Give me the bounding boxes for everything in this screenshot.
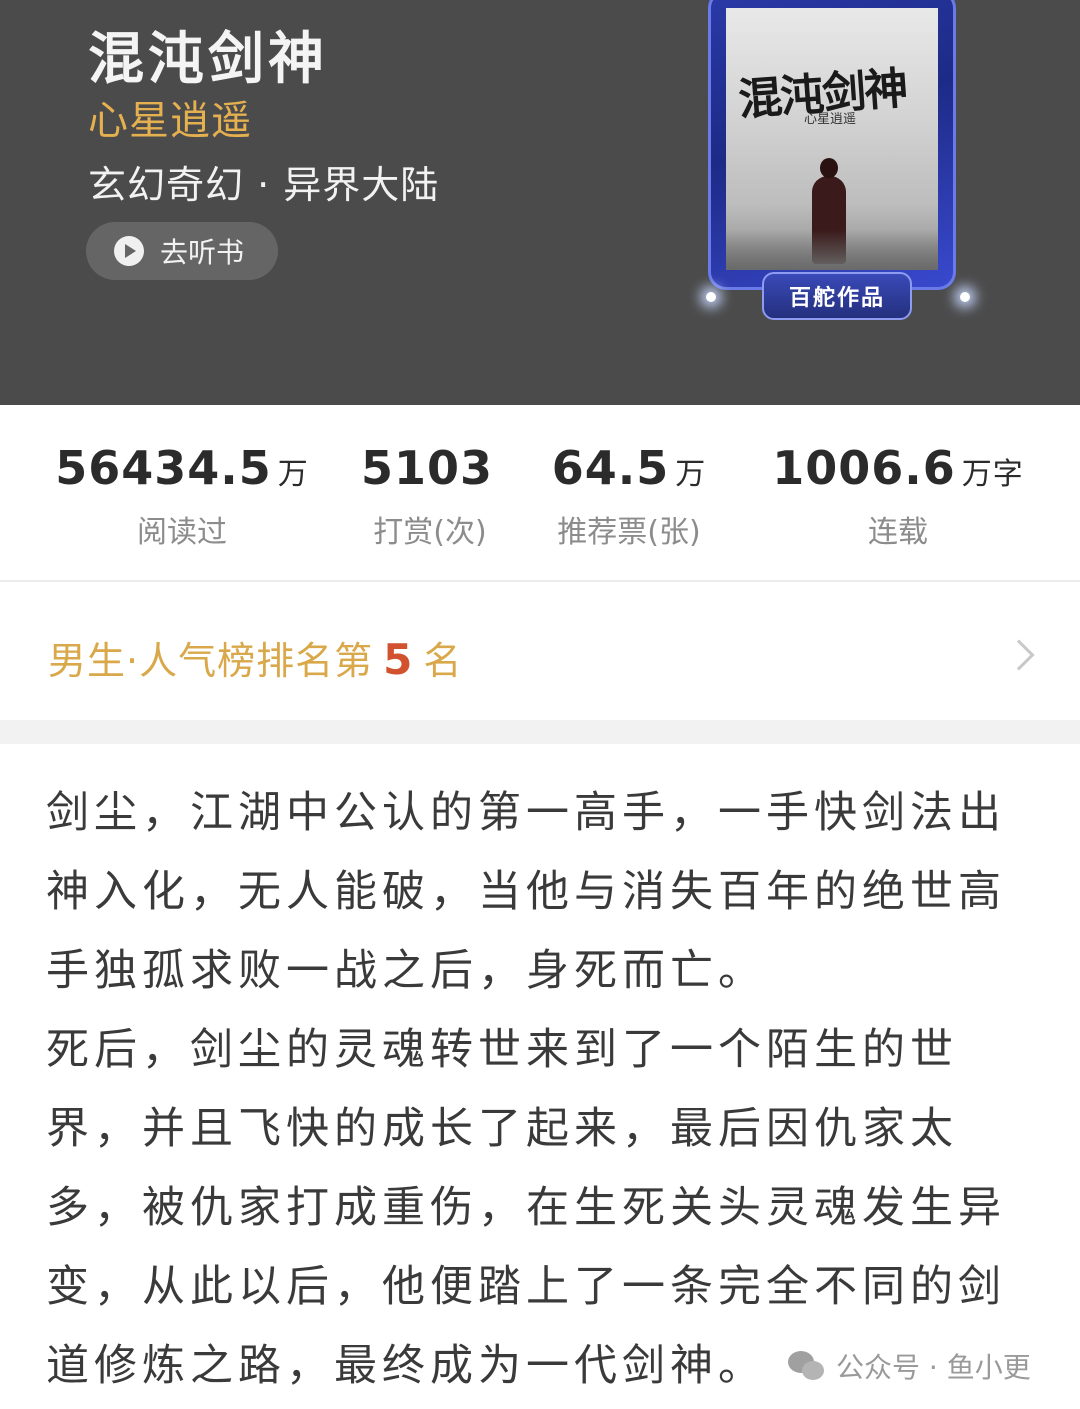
stat-reads: 56434.5 万 阅读过 [54, 441, 310, 551]
stat-caption: 打赏(次) [373, 515, 487, 550]
watermark-text: 公众号 · 鱼小更 [836, 1351, 1031, 1384]
listen-button[interactable]: 去听书 [86, 222, 278, 280]
ranking-suffix: 名 [423, 639, 463, 683]
stat-unit: 万 [277, 457, 309, 492]
stat-caption: 推荐票(张) [557, 515, 701, 550]
description-paragraph: 剑尘，江湖中公认的第一高手，一手快剑法出神入化，无人能破，当他与消失百年的绝世高… [46, 788, 1006, 996]
book-cover[interactable]: 混沌剑神 心星逍遥 百舵作品 [690, 0, 990, 330]
stat-tips: 5103 打赏(次) [350, 441, 510, 551]
stat-caption: 连载 [868, 515, 928, 550]
sparkle-icon [960, 292, 970, 302]
ranking-row[interactable]: 男生·人气榜排名第 5 名 [0, 582, 1080, 720]
cover-ground [726, 230, 938, 270]
ranking-prefix: 男生·人气榜排名第 [48, 639, 374, 683]
ranking-text: 男生·人气榜排名第 5 名 [48, 630, 462, 685]
watermark: 公众号 · 鱼小更 [788, 1346, 1031, 1386]
book-genre: 玄幻奇幻 · 异界大陆 [88, 163, 440, 207]
stat-value: 1006.6 [772, 441, 956, 495]
stat-value: 5103 [360, 441, 494, 495]
stat-votes: 64.5 万 推荐票(张) [536, 441, 722, 551]
stat-words: 1006.6 万字 连载 [766, 441, 1030, 551]
book-header: 混沌剑神 心星逍遥 玄幻奇幻 · 异界大陆 去听书 混沌剑神 心星逍遥 百舵作品 [0, 0, 1080, 405]
book-author[interactable]: 心星逍遥 [88, 88, 252, 146]
wechat-icon [788, 1351, 826, 1381]
listen-label: 去听书 [160, 236, 245, 269]
play-icon [114, 236, 144, 266]
stats-bar: 56434.5 万 阅读过 5103 打赏(次) 64.5 万 推荐票(张) 100… [0, 405, 1080, 580]
section-gap [0, 720, 1080, 744]
chevron-right-icon [1003, 639, 1035, 671]
stat-value: 64.5 [551, 441, 670, 495]
stat-caption: 阅读过 [137, 515, 227, 550]
cover-art: 混沌剑神 心星逍遥 [726, 8, 938, 270]
cover-author: 心星逍遥 [804, 112, 857, 127]
stat-value: 56434.5 [55, 441, 272, 495]
book-title: 混沌剑神 [88, 26, 328, 92]
ranking-number: 5 [383, 635, 414, 684]
sparkle-icon [706, 292, 716, 302]
stat-unit: 万 [675, 457, 707, 492]
stat-unit: 万字 [961, 457, 1024, 492]
book-description: 剑尘，江湖中公认的第一高手，一手快剑法出神入化，无人能破，当他与消失百年的绝世高… [46, 774, 1042, 1406]
cover-badge: 百舵作品 [762, 272, 912, 320]
